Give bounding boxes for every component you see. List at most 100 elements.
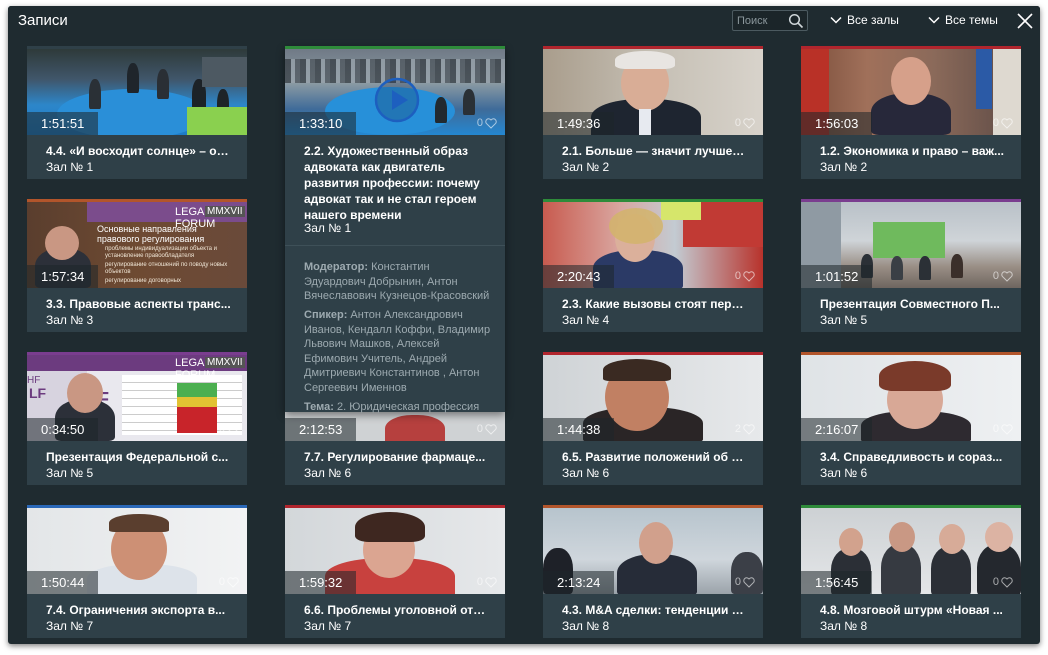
heart-icon xyxy=(1001,117,1013,129)
hall-label: Зал № 2 xyxy=(562,160,610,174)
search-input[interactable]: Поиск xyxy=(732,10,808,31)
like-count: 0 xyxy=(476,423,483,435)
recording-card[interactable]: 1:44:38 2 6.5. Развитие положений об о..… xyxy=(543,352,763,485)
video-thumbnail: 2:16:07 0 xyxy=(801,355,1021,441)
recording-title: 1.2. Экономика и право – важ... xyxy=(820,144,1005,158)
like-counter[interactable]: 0 xyxy=(477,576,497,588)
duration-label: 2:12:53 xyxy=(285,418,357,441)
slide-text: регулирование договорных xyxy=(105,278,182,284)
like-counter[interactable]: 2 xyxy=(735,423,755,435)
like-counter[interactable]: 0 xyxy=(219,576,239,588)
video-thumbnail: 1:51:51 xyxy=(27,49,247,135)
video-thumbnail: 1:56:03 0 xyxy=(801,49,1021,135)
recording-card[interactable]: 2:20:43 0 2.3. Какие вызовы стоят пере..… xyxy=(543,199,763,332)
heart-icon xyxy=(1001,576,1013,588)
hall-filter-label: Все залы xyxy=(847,13,899,27)
recording-card[interactable]: 1:56:03 0 1.2. Экономика и право – важ..… xyxy=(801,46,1021,179)
recording-title: 7.7. Регулирование фармаце... xyxy=(304,450,486,464)
page-title: Записи xyxy=(18,12,68,29)
chevron-down-icon xyxy=(830,16,842,24)
hall-label: Зал № 3 xyxy=(46,313,94,327)
recording-card[interactable]: 1:56:45 0 4.8. Мозговой штурм «Новая ...… xyxy=(801,505,1021,638)
speaker-names: Антон Александрович Иванов, Кендалл Кофф… xyxy=(304,309,491,394)
topic-label: Тема: xyxy=(304,401,334,413)
recordings-window: Записи Поиск Все залы Все темы 1:51:51 4… xyxy=(8,6,1040,644)
duration-label: 1:01:52 xyxy=(801,265,873,288)
like-counter[interactable]: 0 xyxy=(735,576,755,588)
recording-card[interactable]: 2:13:24 0 4.3. M&A сделки: тенденции и..… xyxy=(543,505,763,638)
recording-card-expanded[interactable]: 1:33:10 0 2.2. Художественный образ адво… xyxy=(285,46,505,413)
recording-title: Презентация Совместного П... xyxy=(820,297,1000,311)
duration-label: 1:33:10 xyxy=(285,112,357,135)
hall-label: Зал № 6 xyxy=(304,466,352,480)
like-counter[interactable]: 0 xyxy=(993,576,1013,588)
recording-card[interactable]: LEGAL FORUM MMXVII Основные направления … xyxy=(27,199,247,332)
recording-card[interactable]: 2:16:07 0 3.4. Справедливость и сораз...… xyxy=(801,352,1021,485)
recording-card[interactable]: 1:01:52 0 Презентация Совместного П... З… xyxy=(801,199,1021,332)
hall-label: Зал № 7 xyxy=(304,619,352,633)
recording-title: 4.8. Мозговой штурм «Новая ... xyxy=(820,603,1003,617)
slide-logo: LF xyxy=(29,385,47,401)
duration-label: 1:49:36 xyxy=(543,112,615,135)
like-counter[interactable]: 0 xyxy=(477,117,497,129)
video-thumbnail: LEGAL FORUM MMXVII Основные направления … xyxy=(27,202,247,288)
recording-title: 3.3. Правовые аспекты транс... xyxy=(46,297,231,311)
hall-label: Зал № 4 xyxy=(562,313,610,327)
recording-title: Презентация Федеральной с... xyxy=(46,450,229,464)
duration-label: 1:59:32 xyxy=(285,571,357,594)
like-count: 0 xyxy=(218,423,225,435)
like-count: 2 xyxy=(734,423,741,435)
recording-card[interactable]: LEGAL FORUM MMXVII LF LF HF 0:34:50 0 Пр… xyxy=(27,352,247,485)
duration-label: 1:56:03 xyxy=(801,112,873,135)
recording-title: 6.6. Проблемы уголовной отв... xyxy=(304,603,490,617)
top-bar: Записи Поиск Все залы Все темы xyxy=(8,6,1040,36)
like-counter[interactable]: 0 xyxy=(993,423,1013,435)
recording-card[interactable]: 1:59:32 0 6.6. Проблемы уголовной отв...… xyxy=(285,505,505,638)
hall-label: Зал № 1 xyxy=(46,160,94,174)
like-counter[interactable]: 0 xyxy=(219,423,239,435)
recording-title: 3.4. Справедливость и сораз... xyxy=(820,450,1003,464)
play-icon[interactable] xyxy=(374,77,420,123)
hall-filter-dropdown[interactable]: Все залы xyxy=(830,13,899,27)
slide-heading: Основные направления правового регулиров… xyxy=(97,224,205,244)
recording-title: 7.4. Ограничения экспорта в... xyxy=(46,603,226,617)
search-icon[interactable] xyxy=(788,13,804,29)
heart-icon xyxy=(485,576,497,588)
speaker-info: Спикер: Антон Александрович Иванов, Кенд… xyxy=(304,308,494,395)
like-counter[interactable]: 0 xyxy=(735,117,755,129)
divider xyxy=(285,245,505,246)
like-counter[interactable]: 0 xyxy=(993,117,1013,129)
duration-label: 1:50:44 xyxy=(27,571,99,594)
recording-card[interactable]: 1:49:36 0 2.1. Больше — значит лучше?...… xyxy=(543,46,763,179)
heart-icon xyxy=(485,423,497,435)
slide-year: MMXVII xyxy=(205,206,245,217)
hall-label: Зал № 7 xyxy=(46,619,94,633)
close-icon[interactable] xyxy=(1016,12,1034,30)
video-thumbnail: 1:33:10 0 xyxy=(285,49,505,135)
like-counter[interactable]: 0 xyxy=(993,270,1013,282)
duration-label: 2:20:43 xyxy=(543,265,615,288)
video-thumbnail: 1:56:45 0 xyxy=(801,508,1021,594)
slide-text: регулирование отношений по поводу новых … xyxy=(105,262,228,275)
like-counter[interactable]: 0 xyxy=(735,270,755,282)
hall-label: Зал № 8 xyxy=(820,619,868,633)
topic-filter-dropdown[interactable]: Все темы xyxy=(928,13,998,27)
recording-card[interactable]: 1:50:44 0 7.4. Ограничения экспорта в...… xyxy=(27,505,247,638)
heart-icon xyxy=(227,423,239,435)
like-counter[interactable]: 0 xyxy=(477,423,497,435)
video-thumbnail: 1:01:52 0 xyxy=(801,202,1021,288)
recording-title: 4.3. M&A сделки: тенденции и... xyxy=(562,603,748,617)
like-count: 0 xyxy=(218,576,225,588)
like-count: 0 xyxy=(734,117,741,129)
video-thumbnail: 2:13:24 0 xyxy=(543,508,763,594)
search-placeholder: Поиск xyxy=(737,15,768,27)
heart-icon xyxy=(743,270,755,282)
recording-card[interactable]: 1:51:51 4.4. «И восходит солнце» – оц...… xyxy=(27,46,247,179)
like-count: 0 xyxy=(734,576,741,588)
like-count: 0 xyxy=(992,423,999,435)
like-count: 0 xyxy=(476,117,483,129)
heart-icon xyxy=(1001,270,1013,282)
hall-label: Зал № 5 xyxy=(46,466,94,480)
heart-icon xyxy=(485,117,497,129)
hall-label: Зал № 2 xyxy=(820,160,868,174)
